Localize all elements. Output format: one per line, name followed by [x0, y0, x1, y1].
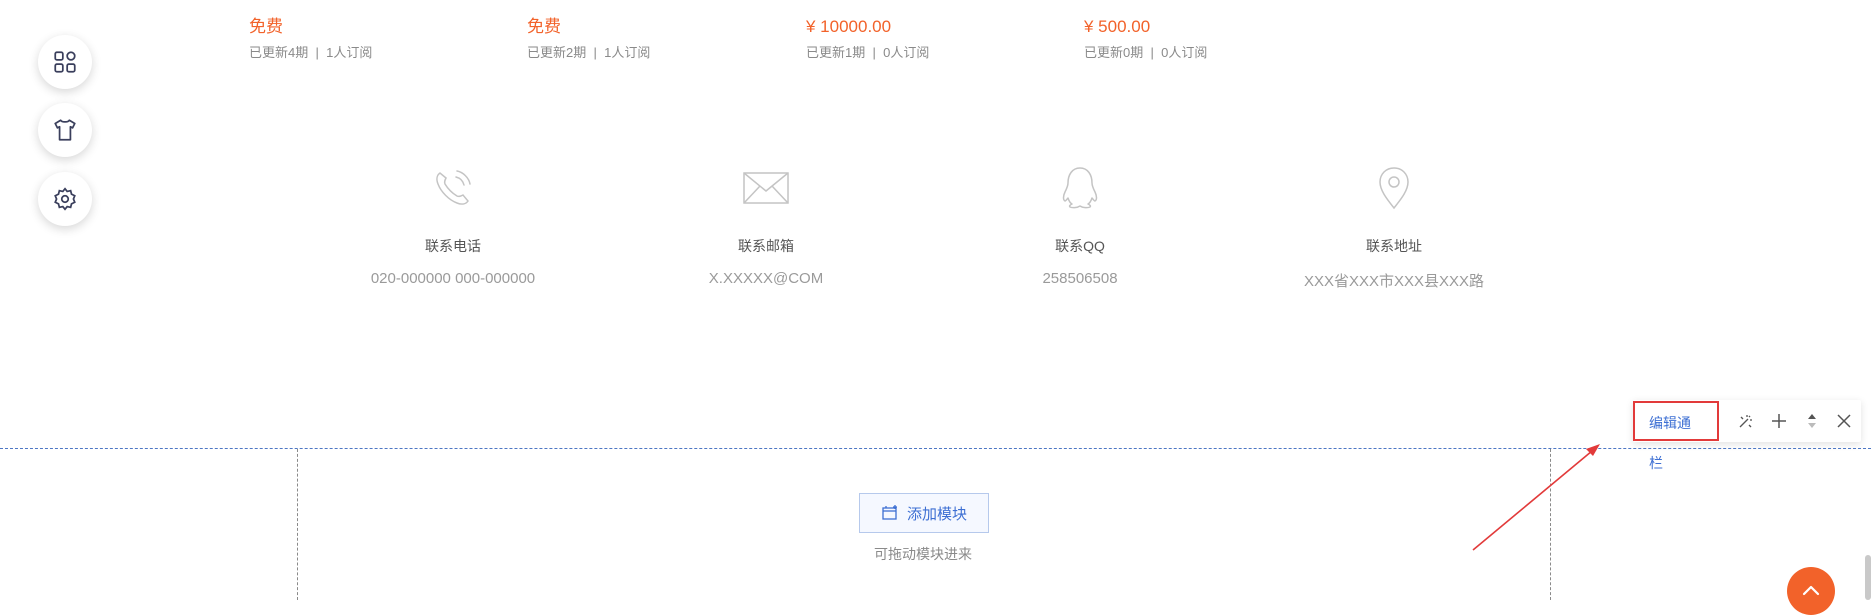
theme-button[interactable] — [38, 103, 92, 157]
close-tool-button[interactable] — [1828, 404, 1861, 438]
subscription-meta: 已更新4期 | 1人订阅 — [249, 45, 373, 60]
subscription-price: ¥ 10000.00 — [806, 17, 892, 36]
phone-icon — [436, 170, 471, 205]
contact-value: 258506508 — [1042, 270, 1118, 287]
contact-phone: 联系电话 020-000000 000-000000 — [323, 160, 583, 287]
settings-button[interactable] — [38, 172, 92, 226]
subscription-meta: 已更新1期 | 0人订阅 — [806, 45, 930, 60]
contact-label: 联系地址 — [1366, 238, 1422, 254]
mail-icon — [743, 172, 789, 204]
add-module-label: 添加模块 — [906, 505, 967, 523]
gear-icon — [54, 187, 76, 211]
tshirt-icon — [54, 119, 76, 141]
components-button[interactable] — [38, 35, 92, 89]
subscription-price: 免费 — [527, 17, 561, 36]
plus-icon — [1771, 414, 1786, 428]
chevron-up-icon — [1802, 585, 1820, 596]
location-icon — [1379, 167, 1409, 210]
contact-label: 联系QQ — [1055, 238, 1105, 254]
subscription-meta: 已更新2期 | 1人订阅 — [527, 45, 651, 60]
style-tool-button[interactable] — [1729, 404, 1762, 438]
grid-icon — [54, 51, 76, 73]
contact-value: 020-000000 000-000000 — [370, 270, 536, 287]
contact-value: X.XXXXX@COM — [708, 270, 824, 287]
subscription-item[interactable]: ¥ 500.00 已更新0期 | 0人订阅 — [1084, 16, 1207, 61]
drag-hint: 可拖动模块进来 — [874, 546, 972, 562]
subscription-meta: 已更新0期 | 0人订阅 — [1084, 45, 1208, 60]
close-icon — [1837, 414, 1852, 428]
edit-column-button[interactable]: 编辑通栏 — [1633, 401, 1720, 471]
subscription-item[interactable]: ¥ 10000.00 已更新1期 | 0人订阅 — [806, 16, 929, 61]
contact-qq: 联系QQ 258506508 — [950, 160, 1210, 287]
add-tool-button[interactable] — [1762, 404, 1795, 438]
column-toolbar: 编辑通栏 — [1633, 400, 1861, 471]
contact-value: XXX省XXX市XXX县XXX路 — [1303, 273, 1485, 290]
contact-label: 联系电话 — [425, 238, 481, 254]
contact-label: 联系邮箱 — [738, 238, 794, 254]
contact-email: 联系邮箱 X.XXXXX@COM — [636, 160, 896, 287]
subscription-item[interactable]: 免费 已更新2期 | 1人订阅 — [527, 16, 650, 61]
contact-address: 联系地址 XXX省XXX市XXX县XXX路 — [1264, 160, 1524, 291]
magic-wand-icon — [1739, 415, 1752, 428]
sort-icon — [1807, 414, 1816, 428]
subscription-price: 免费 — [249, 17, 283, 36]
back-to-top-button[interactable] — [1787, 567, 1835, 615]
scrollbar[interactable] — [1865, 555, 1871, 600]
add-module-icon — [882, 505, 897, 520]
subscription-item[interactable]: 免费 已更新4期 | 1人订阅 — [249, 16, 372, 61]
add-module-button[interactable]: 添加模块 — [859, 493, 989, 533]
qq-icon — [1062, 167, 1098, 209]
subscription-price: ¥ 500.00 — [1084, 17, 1151, 36]
sort-tool-button[interactable] — [1795, 404, 1828, 438]
